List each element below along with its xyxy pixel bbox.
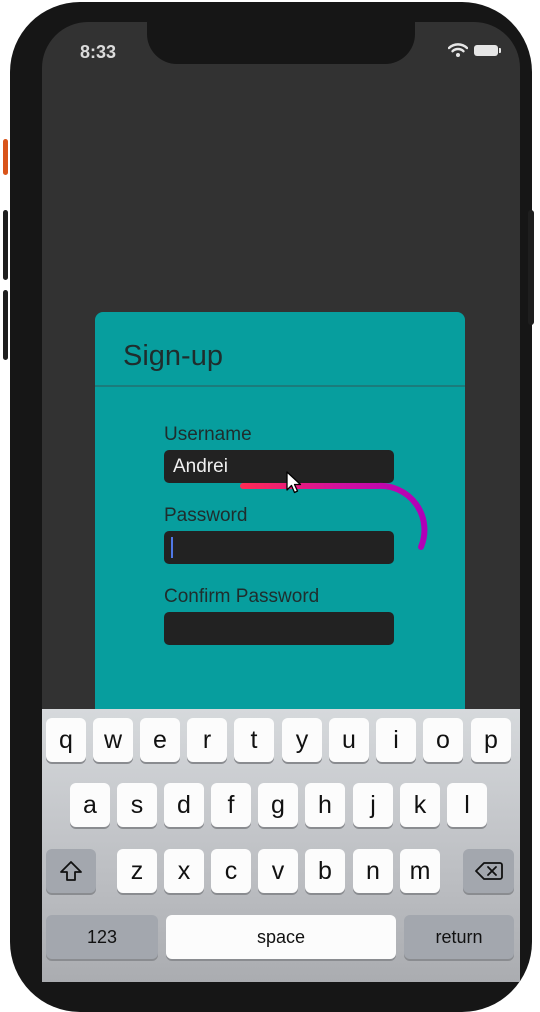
key-j[interactable]: j xyxy=(353,783,393,827)
key-i[interactable]: i xyxy=(376,718,416,762)
shift-icon xyxy=(60,861,82,881)
wifi-icon xyxy=(448,43,468,57)
confirm-password-label: Confirm Password xyxy=(164,586,320,607)
space-key[interactable]: space xyxy=(166,915,396,959)
key-u[interactable]: u xyxy=(329,718,369,762)
key-y[interactable]: y xyxy=(282,718,322,762)
key-a[interactable]: a xyxy=(70,783,110,827)
key-v[interactable]: v xyxy=(258,849,298,893)
volume-up-button xyxy=(3,210,8,280)
key-e[interactable]: e xyxy=(140,718,180,762)
key-c[interactable]: c xyxy=(211,849,251,893)
key-x[interactable]: x xyxy=(164,849,204,893)
key-g[interactable]: g xyxy=(258,783,298,827)
battery-icon xyxy=(474,44,501,56)
notch xyxy=(147,22,415,64)
text-caret xyxy=(171,537,173,558)
shift-key[interactable] xyxy=(46,849,96,893)
card-title: Sign-up xyxy=(123,340,223,372)
key-p[interactable]: p xyxy=(471,718,511,762)
card-divider xyxy=(95,385,465,387)
volume-down-button xyxy=(3,290,8,360)
status-time: 8:33 xyxy=(80,42,117,62)
key-h[interactable]: h xyxy=(305,783,345,827)
return-key[interactable]: return xyxy=(404,915,514,959)
key-r[interactable]: r xyxy=(187,718,227,762)
key-n[interactable]: n xyxy=(353,849,393,893)
key-b[interactable]: b xyxy=(305,849,345,893)
password-label: Password xyxy=(164,505,248,526)
key-k[interactable]: k xyxy=(400,783,440,827)
keyboard: q w e r t y u i o p a s d f g h j k l z … xyxy=(42,709,520,982)
key-o[interactable]: o xyxy=(423,718,463,762)
backspace-icon xyxy=(474,862,503,880)
username-label: Username xyxy=(164,424,252,445)
confirm-password-input[interactable] xyxy=(164,612,394,645)
key-s[interactable]: s xyxy=(117,783,157,827)
key-w[interactable]: w xyxy=(93,718,133,762)
key-z[interactable]: z xyxy=(117,849,157,893)
mouse-pointer-icon xyxy=(286,471,302,494)
key-d[interactable]: d xyxy=(164,783,204,827)
numbers-key[interactable]: 123 xyxy=(46,915,158,959)
key-q[interactable]: q xyxy=(46,718,86,762)
backspace-key[interactable] xyxy=(463,849,514,893)
swipe-gesture-trail xyxy=(240,482,428,550)
power-button xyxy=(528,210,534,325)
key-f[interactable]: f xyxy=(211,783,251,827)
key-m[interactable]: m xyxy=(400,849,440,893)
key-t[interactable]: t xyxy=(234,718,274,762)
mute-switch xyxy=(3,139,8,175)
status-icons xyxy=(448,43,501,57)
key-l[interactable]: l xyxy=(447,783,487,827)
